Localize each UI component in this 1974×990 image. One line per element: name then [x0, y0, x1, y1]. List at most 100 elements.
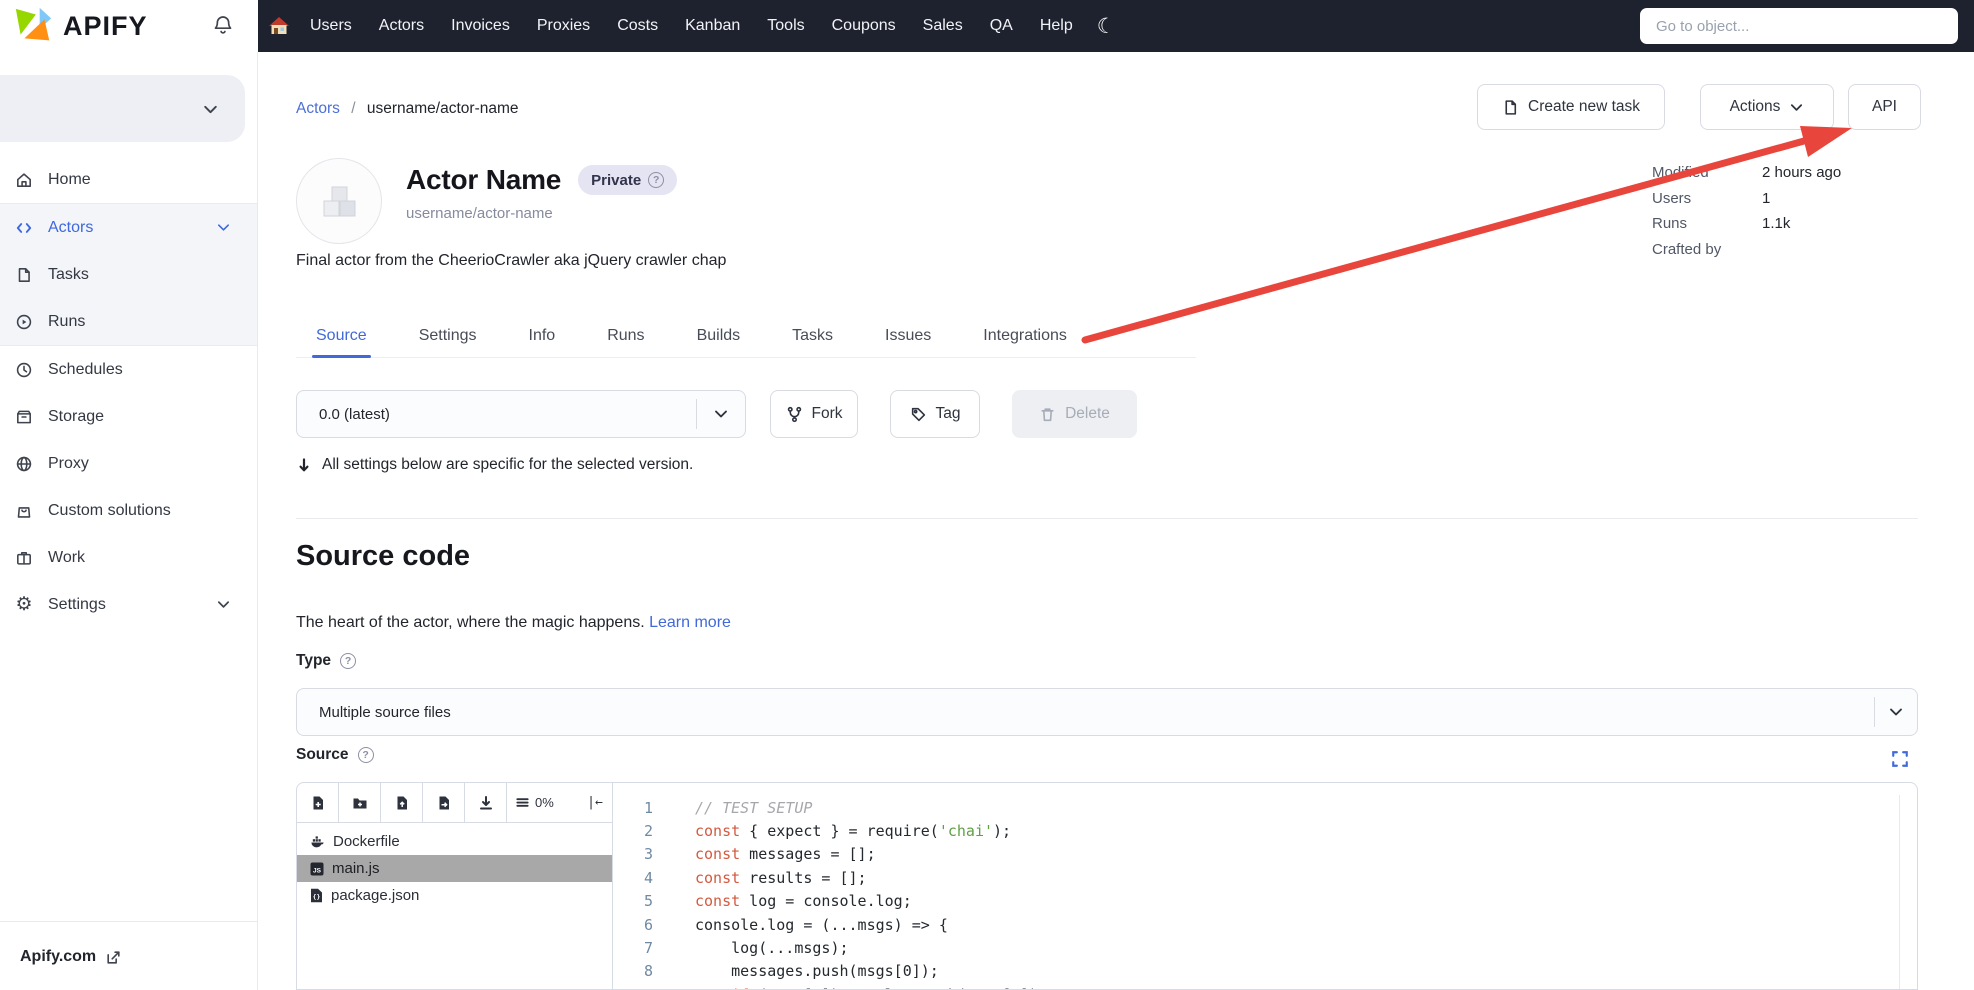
learn-more-link[interactable]: Learn more	[649, 614, 731, 631]
nav-item-invoices[interactable]: Invoices	[451, 17, 510, 35]
tag-button[interactable]: Tag	[890, 390, 980, 438]
sidebar-item-actors[interactable]: Actors	[0, 204, 257, 251]
divider	[296, 518, 1918, 519]
nav-item-users[interactable]: Users	[310, 17, 352, 35]
private-badge: Private ?	[578, 165, 677, 195]
download-icon[interactable]	[465, 783, 507, 822]
source-code-subtitle: The heart of the actor, where the magic …	[296, 614, 731, 632]
apify-logo-icon	[12, 5, 54, 47]
nav-item-qa[interactable]: QA	[990, 17, 1013, 35]
sidebar-item-custom-solutions[interactable]: Custom solutions	[0, 487, 257, 534]
file-row-package-json[interactable]: {} package.json	[297, 882, 612, 909]
actor-description: Final actor from the CheerioCrawler aka …	[296, 252, 726, 270]
line-number: 7	[613, 939, 653, 957]
file-row-main-js[interactable]: JS main.js	[297, 855, 612, 882]
meta-row-runs: Runs 1.1k	[1652, 211, 1841, 237]
chevron-down-icon	[202, 101, 219, 118]
code-line: 5 const log = console.log;	[613, 890, 1917, 913]
tab-info[interactable]: Info	[529, 314, 556, 357]
help-icon[interactable]: ?	[340, 653, 356, 669]
nav-item-sales[interactable]: Sales	[923, 17, 963, 35]
breadcrumb: Actors / username/actor-name	[296, 100, 519, 118]
file-row-dockerfile[interactable]: Dockerfile	[297, 828, 612, 855]
breadcrumb-current: username/actor-name	[367, 100, 519, 117]
dark-mode-toggle-icon[interactable]: ☾	[1097, 16, 1116, 37]
account-selector[interactable]	[0, 75, 245, 142]
actor-subtitle: username/actor-name	[406, 205, 553, 222]
line-number: 8	[613, 962, 653, 980]
code-line: 4 const results = [];	[613, 866, 1917, 889]
delete-button[interactable]: Delete	[1012, 390, 1137, 438]
actor-meta: Modified 2 hours ago Users 1 Runs 1.1k C…	[1652, 160, 1841, 262]
collapse-panel-icon[interactable]: |←	[578, 783, 612, 822]
apify-com-link[interactable]: Apify.com	[0, 922, 257, 966]
version-select[interactable]: 0.0 (latest)	[296, 390, 746, 438]
list-icon	[515, 795, 530, 810]
source-label: Source ?	[296, 746, 374, 764]
play-circle-icon	[15, 313, 33, 331]
tab-settings[interactable]: Settings	[419, 314, 477, 357]
source-code-title: Source code	[296, 540, 470, 573]
api-button[interactable]: API	[1848, 84, 1921, 130]
code-lines: 1 // TEST SETUP 2 const { expect } = req…	[613, 796, 1917, 990]
editor-scrollbar-track[interactable]	[1899, 795, 1900, 989]
arrow-down-icon	[296, 457, 312, 474]
code-text: const { expect } = require('chai');	[653, 822, 1011, 840]
new-file-icon[interactable]	[297, 783, 339, 822]
tab-runs[interactable]: Runs	[607, 314, 644, 357]
sidebar-item-schedules[interactable]: Schedules	[0, 346, 257, 393]
topbar-menu: Users Actors Invoices Proxies Costs Kanb…	[310, 17, 1073, 35]
tab-builds[interactable]: Builds	[697, 314, 741, 357]
help-icon[interactable]: ?	[648, 172, 664, 188]
line-number: 2	[613, 822, 653, 840]
svg-text:{}: {}	[313, 893, 321, 901]
line-number: 6	[613, 916, 653, 934]
tab-source[interactable]: Source	[316, 314, 367, 357]
nav-item-actors[interactable]: Actors	[379, 17, 424, 35]
tab-tasks[interactable]: Tasks	[792, 314, 833, 357]
code-text: console.log = (...msgs) => {	[653, 916, 948, 934]
nav-item-help[interactable]: Help	[1040, 17, 1073, 35]
type-select[interactable]: Multiple source files	[296, 688, 1918, 736]
new-folder-icon[interactable]	[339, 783, 381, 822]
version-note: All settings below are specific for the …	[296, 456, 693, 474]
nav-item-coupons[interactable]: Coupons	[832, 17, 896, 35]
fullscreen-icon[interactable]	[1891, 750, 1909, 768]
sidebar-item-tasks[interactable]: Tasks	[0, 251, 257, 298]
tab-integrations[interactable]: Integrations	[983, 314, 1067, 357]
goto-object-input[interactable]	[1640, 8, 1958, 44]
code-editor[interactable]: 1 // TEST SETUP 2 const { expect } = req…	[613, 783, 1917, 989]
chevron-down-icon	[1888, 704, 1904, 720]
sidebar-item-settings[interactable]: ⚙ Settings	[0, 581, 257, 628]
code-line: 2 const { expect } = require('chai');	[613, 819, 1917, 842]
nav-item-costs[interactable]: Costs	[617, 17, 658, 35]
meta-row-users: Users 1	[1652, 186, 1841, 212]
svg-text:JS: JS	[313, 867, 322, 874]
notifications-bell-icon[interactable]	[212, 14, 234, 38]
tab-issues[interactable]: Issues	[885, 314, 931, 357]
chevron-down-icon	[713, 406, 729, 422]
help-icon[interactable]: ?	[358, 747, 374, 763]
actions-menu-button[interactable]: Actions	[1700, 84, 1834, 130]
nav-item-proxies[interactable]: Proxies	[537, 17, 590, 35]
move-file-icon[interactable]	[423, 783, 465, 822]
nav-item-kanban[interactable]: Kanban	[685, 17, 740, 35]
code-text: // TEST SETUP	[653, 799, 812, 817]
sidebar-item-proxy[interactable]: Proxy	[0, 440, 257, 487]
sidebar-item-work[interactable]: Work	[0, 534, 257, 581]
nav-item-tools[interactable]: Tools	[767, 17, 804, 35]
sidebar-actors-group: Actors Tasks Runs	[0, 203, 257, 346]
upload-file-icon[interactable]	[381, 783, 423, 822]
box-icon	[15, 408, 33, 426]
code-text: const log = console.log;	[653, 892, 912, 910]
sidebar-item-storage[interactable]: Storage	[0, 393, 257, 440]
sidebar-item-runs[interactable]: Runs	[0, 298, 257, 345]
fork-button[interactable]: Fork	[770, 390, 858, 438]
breadcrumb-actors-link[interactable]: Actors	[296, 100, 340, 117]
type-label: Type ?	[296, 652, 356, 670]
home-emoji-icon[interactable]	[268, 15, 290, 37]
sidebar-item-home[interactable]: Home	[0, 156, 257, 203]
tag-icon	[910, 406, 927, 423]
code-line: 1 // TEST SETUP	[613, 796, 1917, 819]
create-new-task-button[interactable]: Create new task	[1477, 84, 1665, 130]
